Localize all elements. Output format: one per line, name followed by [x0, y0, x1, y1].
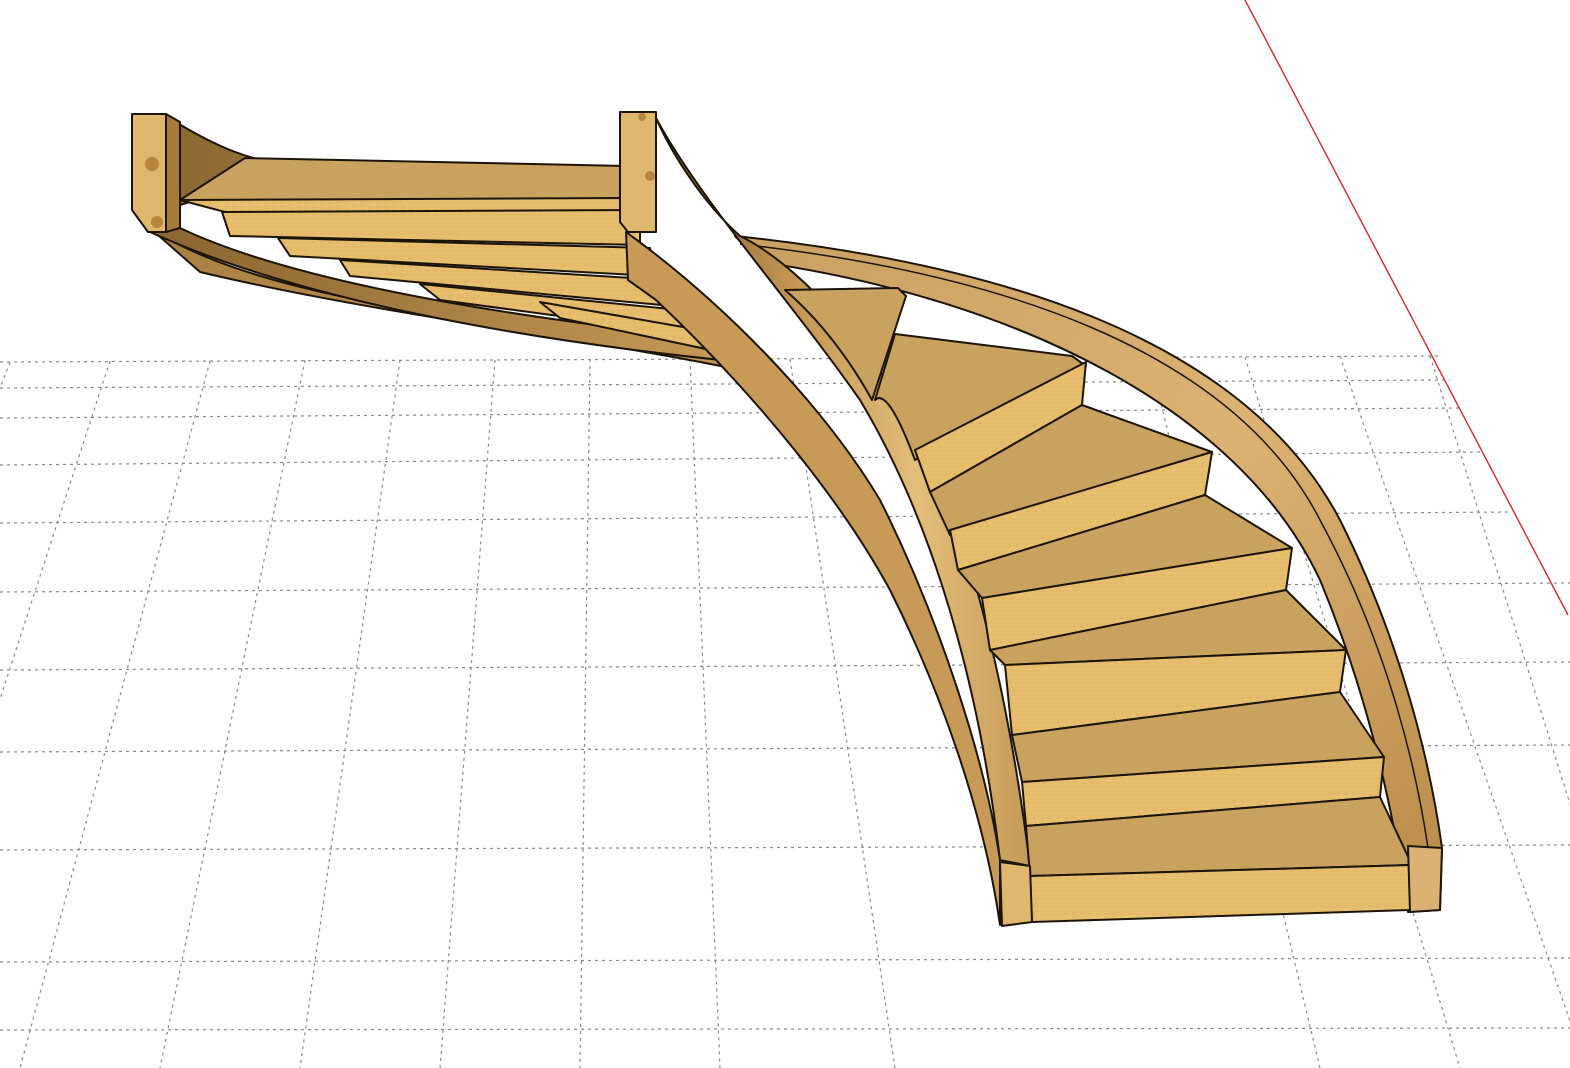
model-scene[interactable]	[0, 0, 1570, 1068]
3d-viewport[interactable]	[0, 0, 1570, 1068]
upper-newel-post	[619, 111, 657, 233]
bottom-outer-post	[1407, 845, 1443, 913]
bottom-inner-post	[999, 861, 1033, 927]
left-newel-post	[131, 113, 181, 233]
riser-13	[1029, 864, 1413, 923]
